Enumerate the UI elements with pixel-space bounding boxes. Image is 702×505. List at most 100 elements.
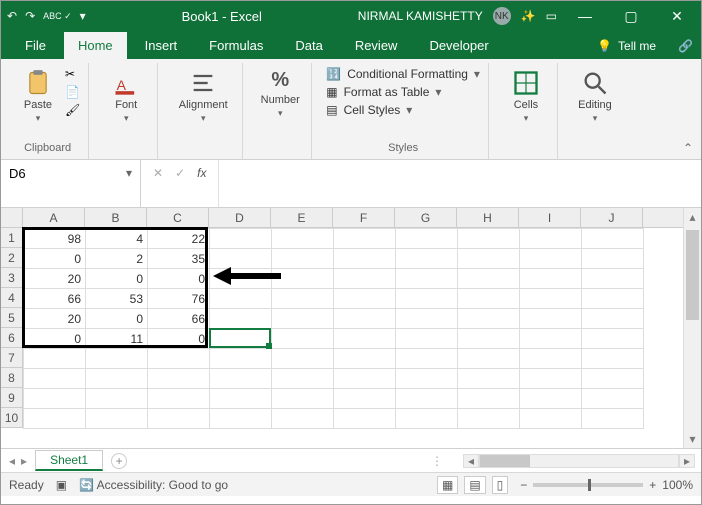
tab-insert[interactable]: Insert <box>131 32 192 59</box>
cell-I6[interactable] <box>520 329 582 349</box>
cell-B4[interactable]: 53 <box>86 289 148 309</box>
scroll-right-icon[interactable]: ▸ <box>679 454 695 468</box>
name-box-input[interactable] <box>5 164 122 183</box>
redo-button[interactable]: ↷ <box>25 9 35 23</box>
col-header-B[interactable]: B <box>85 208 147 227</box>
cells-button[interactable]: Cells ▾ <box>503 65 549 124</box>
spellcheck-button[interactable]: ABC ✓ <box>43 11 72 22</box>
cell-A1[interactable]: 98 <box>24 229 86 249</box>
worksheet-grid[interactable]: ABCDEFGHIJ 12345678910 98422023520006653… <box>1 208 701 448</box>
horizontal-scrollbar[interactable]: ⋮ ◂ ▸ <box>127 454 701 468</box>
collapse-ribbon-icon[interactable]: ⌃ <box>683 141 693 155</box>
cell-B10[interactable] <box>86 409 148 429</box>
cut-icon[interactable]: ✂ <box>65 67 80 81</box>
cells-area[interactable]: 9842202352000665376200660110 <box>23 228 683 448</box>
cell-C6[interactable]: 0 <box>148 329 210 349</box>
zoom-level[interactable]: 100% <box>662 478 693 492</box>
col-header-G[interactable]: G <box>395 208 457 227</box>
row-header-1[interactable]: 1 <box>1 228 23 248</box>
cell-C9[interactable] <box>148 389 210 409</box>
qat-customize-icon[interactable]: ▾ <box>80 9 86 23</box>
cell-C7[interactable] <box>148 349 210 369</box>
cell-B2[interactable]: 2 <box>86 249 148 269</box>
zoom-slider-thumb[interactable] <box>588 479 591 491</box>
undo-button[interactable]: ↶ <box>7 9 17 23</box>
cell-G3[interactable] <box>396 269 458 289</box>
cell-I2[interactable] <box>520 249 582 269</box>
cell-I4[interactable] <box>520 289 582 309</box>
sheet-nav-next-icon[interactable]: ▸ <box>21 454 27 468</box>
sheet-tab-sheet1[interactable]: Sheet1 <box>35 450 103 471</box>
cell-F5[interactable] <box>334 309 396 329</box>
cell-E1[interactable] <box>272 229 334 249</box>
cell-G7[interactable] <box>396 349 458 369</box>
cell-E4[interactable] <box>272 289 334 309</box>
row-header-5[interactable]: 5 <box>1 308 23 328</box>
cell-H2[interactable] <box>458 249 520 269</box>
cell-styles-button[interactable]: ▤Cell Styles▾ <box>326 103 480 117</box>
cell-D10[interactable] <box>210 409 272 429</box>
cell-I10[interactable] <box>520 409 582 429</box>
col-header-I[interactable]: I <box>519 208 581 227</box>
cell-F9[interactable] <box>334 389 396 409</box>
sheet-nav-prev-icon[interactable]: ◂ <box>9 454 15 468</box>
zoom-out-button[interactable]: − <box>520 478 527 492</box>
cell-D4[interactable] <box>210 289 272 309</box>
cell-E10[interactable] <box>272 409 334 429</box>
cell-F2[interactable] <box>334 249 396 269</box>
new-sheet-button[interactable]: + <box>111 453 127 469</box>
cell-I7[interactable] <box>520 349 582 369</box>
cell-G8[interactable] <box>396 369 458 389</box>
zoom-slider[interactable] <box>533 483 643 487</box>
cell-C2[interactable]: 35 <box>148 249 210 269</box>
cell-D7[interactable] <box>210 349 272 369</box>
editing-button[interactable]: Editing ▾ <box>572 65 618 124</box>
scroll-up-icon[interactable]: ▴ <box>684 208 701 226</box>
tab-data[interactable]: Data <box>281 32 336 59</box>
cell-C3[interactable]: 0 <box>148 269 210 289</box>
cell-F10[interactable] <box>334 409 396 429</box>
cell-B8[interactable] <box>86 369 148 389</box>
cell-E5[interactable] <box>272 309 334 329</box>
tell-me[interactable]: 💡Tell me <box>597 39 666 59</box>
cell-A6[interactable]: 0 <box>24 329 86 349</box>
minimize-button[interactable]: — <box>567 8 603 24</box>
view-normal-icon[interactable]: ▦ <box>437 476 458 494</box>
col-header-H[interactable]: H <box>457 208 519 227</box>
name-box[interactable]: ▾ <box>1 160 141 207</box>
cell-H4[interactable] <box>458 289 520 309</box>
cell-B3[interactable]: 0 <box>86 269 148 289</box>
col-header-D[interactable]: D <box>209 208 271 227</box>
zoom-in-button[interactable]: + <box>649 478 656 492</box>
share-button[interactable]: 🔗 <box>670 39 701 59</box>
format-painter-icon[interactable]: 🖌 <box>65 103 80 117</box>
row-header-8[interactable]: 8 <box>1 368 23 388</box>
formula-enter-icon[interactable]: ✓ <box>175 166 185 180</box>
magic-icon[interactable]: ✨ <box>521 9 536 23</box>
format-as-table-button[interactable]: ▦Format as Table▾ <box>326 85 480 99</box>
cell-C1[interactable]: 22 <box>148 229 210 249</box>
copy-icon[interactable]: 📄 <box>65 85 80 99</box>
cell-A3[interactable]: 20 <box>24 269 86 289</box>
macro-record-icon[interactable]: ▣ <box>56 478 67 492</box>
row-header-10[interactable]: 10 <box>1 408 23 428</box>
view-pagelayout-icon[interactable]: ▤ <box>464 476 485 494</box>
cell-I3[interactable] <box>520 269 582 289</box>
cell-H8[interactable] <box>458 369 520 389</box>
cell-B1[interactable]: 4 <box>86 229 148 249</box>
cell-G9[interactable] <box>396 389 458 409</box>
row-header-7[interactable]: 7 <box>1 348 23 368</box>
cell-J8[interactable] <box>582 369 644 389</box>
cell-A5[interactable]: 20 <box>24 309 86 329</box>
vertical-scrollbar[interactable]: ▴ ▾ <box>683 208 701 448</box>
cell-I9[interactable] <box>520 389 582 409</box>
cell-H1[interactable] <box>458 229 520 249</box>
cell-J7[interactable] <box>582 349 644 369</box>
cell-F1[interactable] <box>334 229 396 249</box>
tab-review[interactable]: Review <box>341 32 412 59</box>
maximize-button[interactable]: ▢ <box>613 8 649 25</box>
fx-icon[interactable]: fx <box>197 166 206 180</box>
tab-file[interactable]: File <box>11 32 60 59</box>
cell-A9[interactable] <box>24 389 86 409</box>
cell-G2[interactable] <box>396 249 458 269</box>
